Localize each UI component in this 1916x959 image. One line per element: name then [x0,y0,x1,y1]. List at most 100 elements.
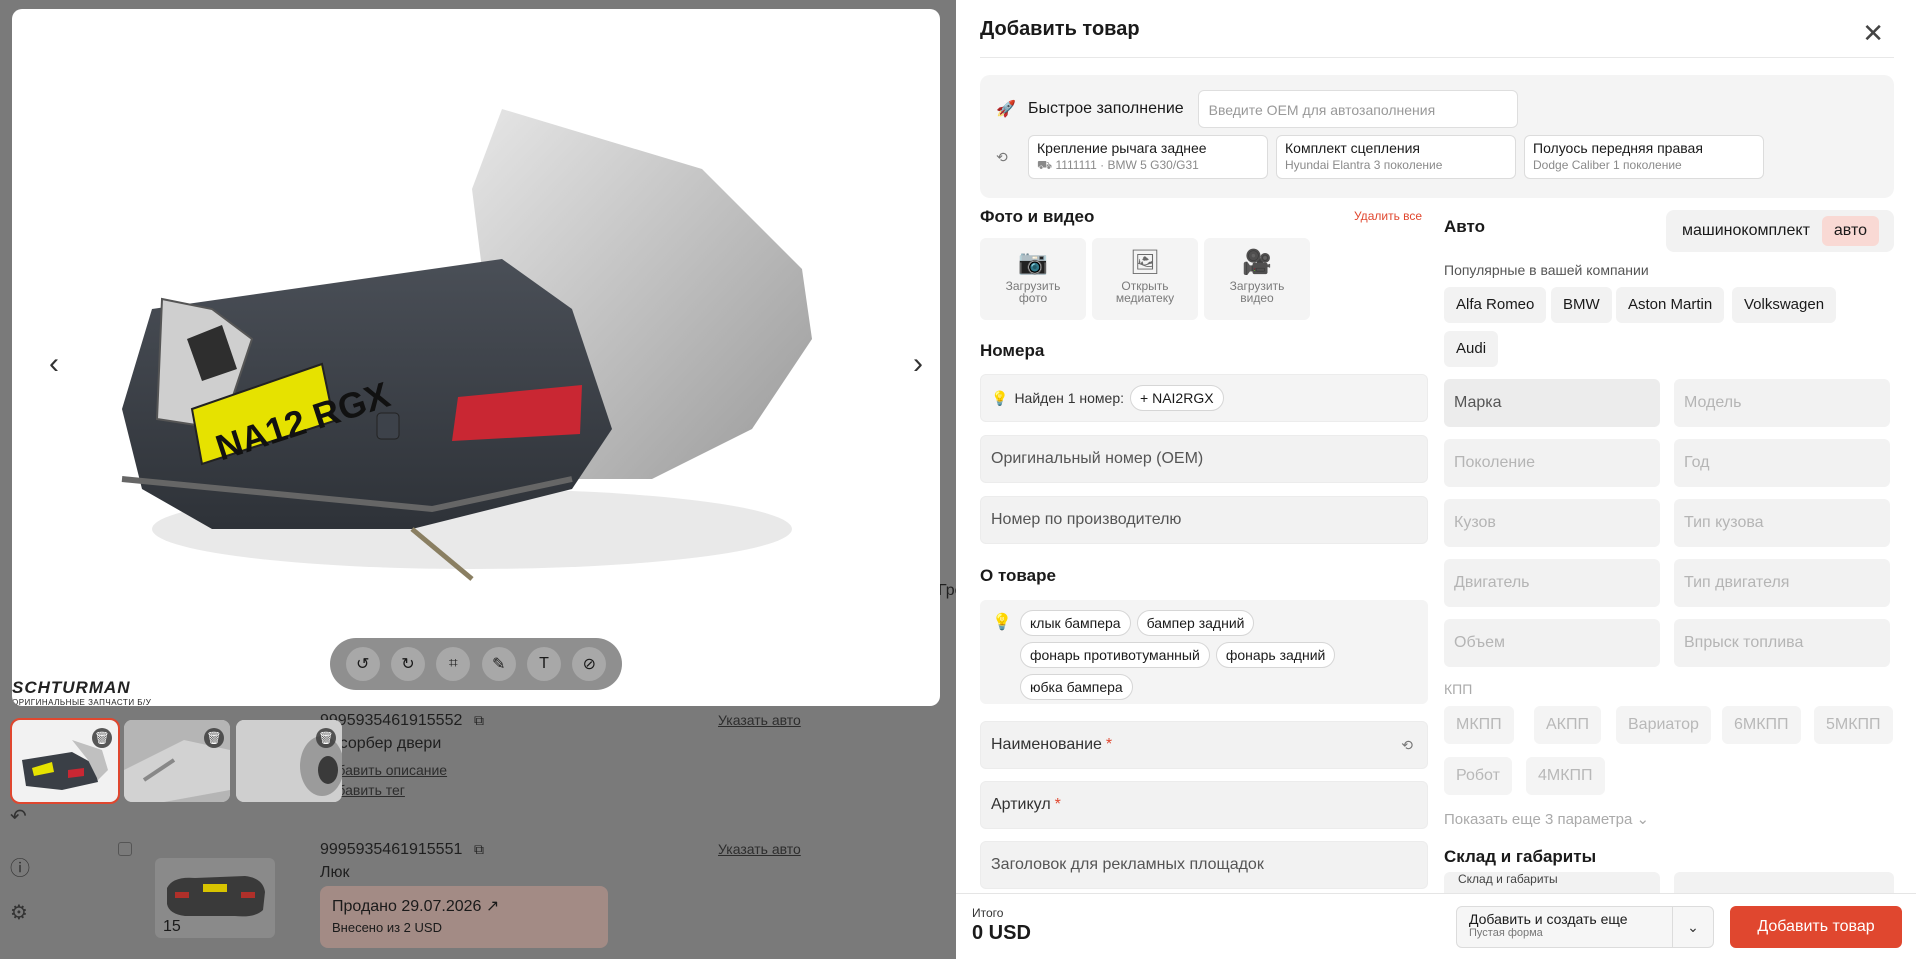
delete-thumbnail-icon[interactable]: 🗑 [316,728,336,748]
settings-icon[interactable]: ⚙ [10,900,28,925]
show-more-params-link[interactable]: Показать еще 3 параметра ⌄ [1444,810,1649,828]
text-icon[interactable]: T [526,647,561,681]
row-checkbox[interactable] [118,842,132,856]
brand-input[interactable]: Марка [1444,379,1660,427]
gearbox-option[interactable]: 6МКПП [1722,706,1801,744]
add-more-sub: Пустая форма [1469,927,1543,939]
thumbnail-3[interactable]: 🗑 [236,720,342,802]
oem-input[interactable]: Оригинальный номер (OEM) [980,435,1428,483]
volume-input[interactable]: Объем [1444,619,1660,667]
gearbox-option[interactable]: АКПП [1534,706,1601,744]
engine-type-input[interactable]: Тип двигателя [1674,559,1890,607]
next-image-button[interactable]: › [898,344,938,384]
brand-chip[interactable]: Alfa Romeo [1444,287,1547,323]
year-input[interactable]: Год [1674,439,1890,487]
open-library-label: медиатеку [1115,291,1175,305]
article-label: Артикул [991,796,1051,813]
required-mark: * [1054,796,1061,813]
history-sub-text: 1111111 · BMW 5 G30/G31 [1055,158,1199,172]
thumbnail-2[interactable]: 🗑 [124,720,230,802]
generation-input[interactable]: Поколение [1444,439,1660,487]
gearbox-option[interactable]: 5МКПП [1814,706,1893,744]
item-name: Люк [320,864,350,881]
injection-input[interactable]: Впрыск топлива [1674,619,1890,667]
brand-chip[interactable]: Aston Martin [1616,287,1725,323]
gearbox-option[interactable]: 4МКПП [1526,757,1605,795]
chevron-down-icon[interactable]: ⌄ [1673,907,1713,947]
watermark-sub: ОРИГИНАЛЬНЫЕ ЗАПЧАСТИ Б/У [12,698,152,706]
upload-video-button[interactable]: 🎥 Загрузить видео [1204,238,1310,320]
car-icon: ⛟ [1037,158,1056,172]
copy-icon[interactable]: ⧉ [474,712,484,729]
copy-icon[interactable]: ⧉ [474,841,484,858]
add-product-button[interactable]: Добавить товар [1730,906,1902,948]
tag-chip[interactable]: бампер задний [1136,610,1255,636]
total-label: Итого [972,906,1004,920]
rotate-right-icon[interactable]: ↻ [390,647,425,681]
remove-background-icon[interactable]: ⊘ [572,647,607,681]
history-sub: Dodge Caliber 1 поколение [1533,158,1682,172]
sold-text: Продано 29.07.2026 ↗ [332,898,500,915]
body-input[interactable]: Кузов [1444,499,1660,547]
sold-status[interactable]: Продано 29.07.2026 ↗ Внесено из 2 USD [320,886,608,948]
total-value: 0 USD [972,922,1031,944]
crop-icon[interactable]: ⌗ [436,647,471,681]
tag-chip[interactable]: фонарь противотуманный [1020,642,1210,668]
oem-suggestion-chip[interactable]: + NAI2RGX [1130,385,1224,411]
delete-thumbnail-icon[interactable]: 🗑 [92,728,112,748]
auto-section-title: Авто [1444,217,1485,236]
open-library-button[interactable]: 🖼 Открыть медиатеку [1092,238,1198,320]
toggle-auto[interactable]: авто [1821,216,1879,246]
brand-chip[interactable]: Volkswagen [1732,287,1837,323]
history-item[interactable]: Комплект сцепления Hyundai Elantra 3 пок… [1276,135,1516,179]
auto-mode-toggle: машинокомплект авто [1666,210,1894,252]
ad-title-input[interactable]: Заголовок для рекламных площадок [980,841,1428,889]
oem-autofill-input[interactable]: Введите OEM для автозаполнения [1197,90,1518,128]
toggle-kit[interactable]: машинокомплект [1670,216,1822,246]
prev-image-button[interactable]: ‹ [34,344,74,384]
popular-label: Популярные в вашей компании [1444,262,1649,278]
close-icon[interactable]: ✕ [1862,18,1884,49]
help-icon[interactable]: ⓘ [10,852,30,881]
tag-chip[interactable]: клык бампера [1020,610,1131,636]
tag-chip[interactable]: юбка бампера [1020,674,1133,700]
gearbox-option[interactable]: МКПП [1444,706,1514,744]
model-input[interactable]: Модель [1674,379,1890,427]
upload-video-label: видео [1240,291,1274,305]
thumbnail-1[interactable]: 🗑 [10,718,120,804]
bulb-icon: 💡 [991,389,1009,406]
manufacturer-number-input[interactable]: Номер по производителю [980,496,1428,544]
add-and-create-more-main[interactable]: Добавить и создать еще Пустая форма [1457,907,1673,947]
watermark-main: SCHTURMAN [12,678,131,697]
upload-photo-button[interactable]: 📷 Загрузить фото [980,238,1086,320]
brush-icon[interactable]: ✎ [481,647,516,681]
history-item[interactable]: Полуось передняя правая Dodge Caliber 1 … [1524,135,1764,179]
delete-all-link[interactable]: Удалить все [1354,209,1422,223]
sold-sub: Внесено из 2 USD [332,920,442,935]
specify-auto-link[interactable]: Указать авто [718,841,801,857]
tag-chip[interactable]: фонарь задний [1215,642,1336,668]
item-thumbnail[interactable]: 15 [155,858,275,938]
history-item[interactable]: Крепление рычага заднее ⛟ 1111111 · BMW … [1028,135,1268,179]
history-title: Полуось передняя правая [1533,140,1703,156]
brand-chip[interactable]: BMW [1551,287,1612,323]
rotate-left-icon[interactable]: ↺ [345,647,380,681]
photo-count: 15 [163,918,181,935]
gearbox-option[interactable]: Вариатор [1616,706,1711,744]
found-numbers-text: Найден 1 номер: [1014,390,1125,406]
article-input[interactable]: Артикул * [980,781,1428,829]
history-icon[interactable]: ⟲ [1401,737,1413,754]
history-sub: Hyundai Elantra 3 поколение [1285,158,1443,172]
brand-chip[interactable]: Audi [1444,331,1499,367]
required-mark: * [1105,736,1113,753]
specify-auto-link[interactable]: Указать авто [718,712,801,728]
engine-input[interactable]: Двигатель [1444,559,1660,607]
camera-icon: 📷 [1018,249,1048,276]
body-type-input[interactable]: Тип кузова [1674,499,1890,547]
history-icon: ⟲ [996,148,1008,165]
undo-icon[interactable]: ↶ [10,804,27,829]
gearbox-option[interactable]: Робот [1444,757,1512,795]
delete-thumbnail-icon[interactable]: 🗑 [204,728,224,748]
add-and-create-more-button: Добавить и создать еще Пустая форма ⌄ [1456,906,1714,948]
name-input[interactable]: Наименование * ⟲ [980,721,1428,769]
